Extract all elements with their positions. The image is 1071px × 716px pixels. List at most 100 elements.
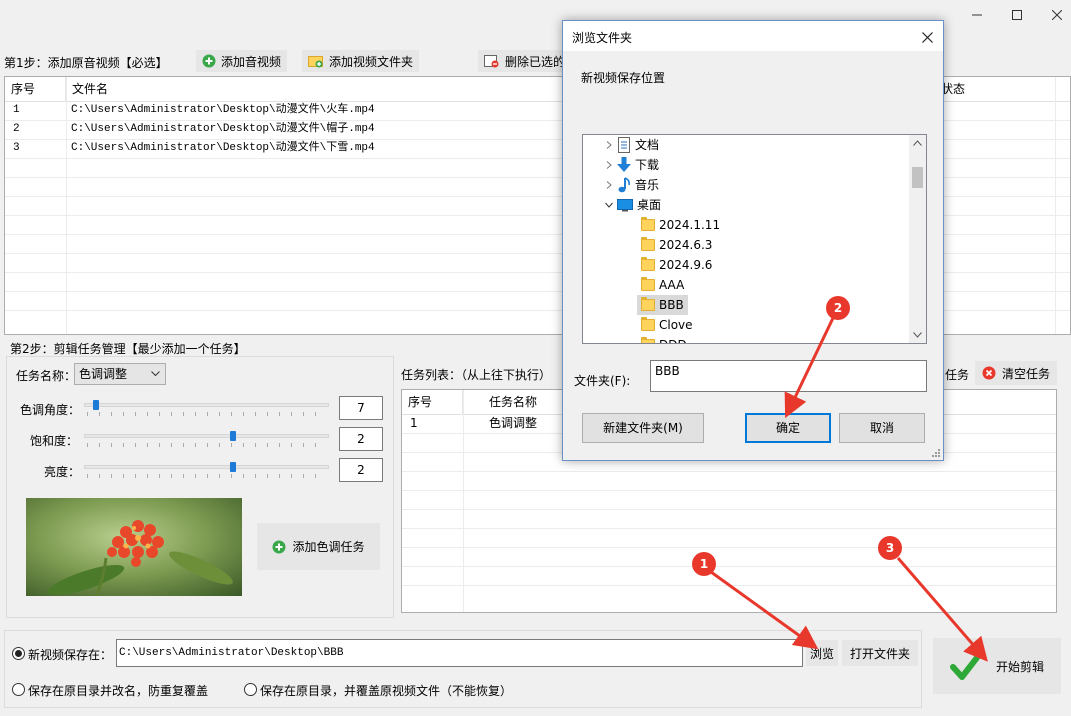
row-index: 3 [13,142,20,154]
tree-node-music[interactable]: 音乐 [605,175,659,195]
document-icon [618,137,630,153]
row-index: 1 [13,104,20,116]
row-filename: C:\Users\Administrator\Desktop\动漫文件\帽子.m… [71,123,375,135]
tree-node-label: 文档 [635,138,660,152]
open-folder-button[interactable]: 打开文件夹 [842,640,918,666]
brightness-slider-thumb[interactable] [230,462,236,472]
chevron-down-icon[interactable] [605,201,613,209]
add-color-task-label: 添加色调任务 [292,540,365,554]
step2-label: 第2步：剪辑任务管理【最少添加一个任务】 [10,342,246,356]
clear-icon [982,366,996,380]
start-edit-button[interactable]: 开始剪辑 [933,638,1061,694]
close-icon [1052,10,1062,20]
open-folder-label: 打开文件夹 [849,646,910,661]
task-button-partial[interactable]: 任务 [945,366,969,383]
download-icon [617,157,631,172]
hue-slider-ticks [87,412,327,416]
folder-icon [641,237,655,251]
preview-image [26,498,242,596]
column-header-status[interactable]: 状态 [935,77,1056,101]
tree-node-label: Clove [659,318,693,332]
clear-tasks-button[interactable]: 清空任务 [975,361,1057,385]
saturation-slider-ticks [87,443,327,447]
saturation-value-input[interactable]: 2 [339,427,383,451]
chevron-right-icon[interactable] [605,181,613,189]
column-header-filename[interactable]: 文件名 [66,77,586,101]
close-window-button[interactable] [1034,0,1071,30]
tree-node-documents[interactable]: 文档 [605,135,659,155]
tree-node-label: 2024.6.3 [659,238,713,252]
music-icon [618,177,630,193]
new-folder-button[interactable]: 新建文件夹(M) [582,413,704,443]
tree-node-folder[interactable]: Clove [641,315,693,335]
save-rename-radio[interactable] [12,683,25,696]
column-header-index[interactable]: 序号 [5,77,66,101]
tree-node-folder[interactable]: 2024.6.3 [641,235,712,255]
delete-selected-label: 删除已选的 [505,54,564,69]
add-video-folder-button[interactable]: 添加视频文件夹 [302,50,420,72]
delete-selected-button[interactable]: 删除已选的 [478,50,564,72]
checkmark-icon [949,652,982,680]
dialog-close-button[interactable] [913,26,941,48]
cancel-button[interactable]: 取消 [839,413,925,443]
saturation-slider-thumb[interactable] [230,431,236,441]
tree-scrollbar[interactable] [909,135,926,343]
browse-button[interactable]: 浏览 [806,640,838,666]
tree-node-folder-selected[interactable]: BBB [637,295,688,315]
tree-node-label: BBB [659,298,684,312]
add-folder-icon [308,56,323,68]
tree-node-label: AAA [659,278,685,292]
tree-node-label: DDD [659,335,687,343]
save-rename-label: 保存在原目录并改名，防重复覆盖 [28,684,209,698]
scroll-up-icon[interactable] [913,140,922,146]
tree-node-folder[interactable]: 2024.1.11 [641,215,720,235]
folder-icon [641,337,655,343]
tree-node-folder[interactable]: DDD [641,335,687,343]
save-to-radio[interactable] [12,647,25,660]
tree-node-folder[interactable]: 2024.9.6 [641,255,712,275]
add-color-task-button[interactable]: 添加色调任务 [257,523,380,570]
scrollbar-thumb[interactable] [912,167,923,188]
brightness-slider-track[interactable] [84,465,329,469]
task-column-header-index[interactable]: 序号 [402,390,463,414]
clear-tasks-label: 清空任务 [1001,366,1050,381]
annotation-marker-3: 3 [878,536,902,560]
folder-icon [641,217,655,231]
tree-node-downloads[interactable]: 下载 [605,155,659,175]
maximize-icon [1012,10,1022,20]
ok-button[interactable]: 确定 [745,413,831,443]
hue-value-input[interactable]: 7 [339,396,383,420]
add-audio-video-label: 添加音视频 [221,54,282,69]
row-filename: C:\Users\Administrator\Desktop\动漫文件\下雪.m… [71,142,375,154]
app-window: { "step1": { "label": "第1步：添加原音视频【必选】", … [0,0,1071,716]
brightness-value-input[interactable]: 2 [339,458,383,482]
save-path-input[interactable]: C:\Users\Administrator\Desktop\BBB [116,639,803,667]
delete-icon [484,55,499,68]
tree-node-label: 桌面 [637,198,662,212]
resize-grip-icon[interactable] [931,448,941,458]
dialog-description: 新视频保存位置 [581,71,666,85]
desktop-icon [617,199,633,212]
tree-node-desktop[interactable]: 桌面 [605,195,661,215]
hue-slider-thumb[interactable] [93,400,100,410]
scroll-down-icon[interactable] [913,332,922,338]
tree-node-folder[interactable]: AAA [641,275,684,295]
hue-slider-track[interactable] [84,403,329,407]
save-overwrite-radio[interactable] [244,683,257,696]
saturation-slider-track[interactable] [84,434,329,438]
folder-icon [641,317,655,331]
tree-node-label: 2024.9.6 [659,258,713,272]
chevron-right-icon[interactable] [605,141,613,149]
browse-label: 浏览 [809,646,834,661]
folder-icon [641,257,655,271]
chevron-right-icon[interactable] [605,161,613,169]
folder-name-input[interactable]: BBB [650,360,927,392]
folder-tree[interactable]: 文档 下载 音乐 桌面 2024.1.11 2024.6.3 2024.9.6 [582,134,927,344]
add-icon [272,540,286,553]
row-filename: C:\Users\Administrator\Desktop\动漫文件\火车.m… [71,104,375,116]
add-audio-video-button[interactable]: 添加音视频 [196,50,288,72]
task-name-select[interactable]: 色调调整 [74,363,166,385]
task-row-index: 1 [410,416,418,430]
tree-node-label: 2024.1.11 [659,218,721,232]
task-row-name: 色调调整 [489,416,538,430]
